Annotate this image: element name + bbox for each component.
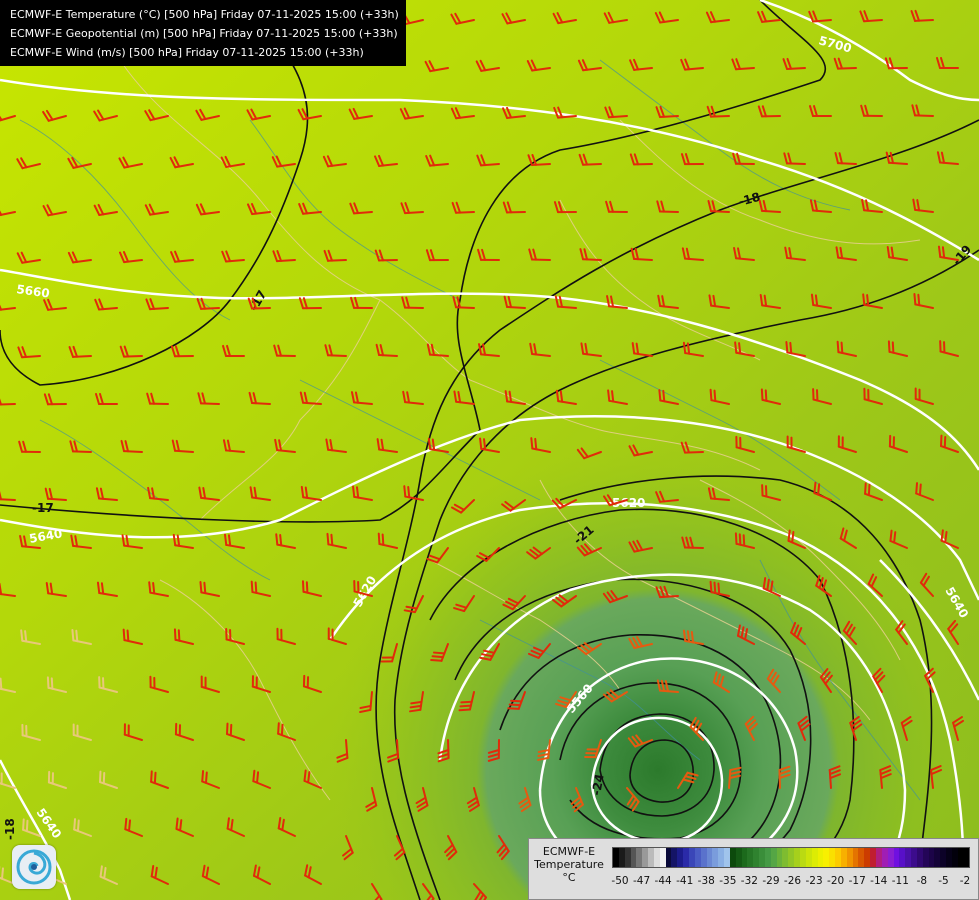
- map-title-box: ECMWF-E Temperature (°C) [500 hPa] Frida…: [0, 0, 406, 66]
- colorbar-ticks: -50 -47 -44 -41 -38 -35 -32 -29 -26 -23 -20 -17 -14-…: [611, 875, 971, 889]
- colorbar-tick-label: -17: [848, 875, 866, 887]
- colorbar-tick-label: -41: [676, 875, 694, 887]
- colorbar-tick-label: -14: [870, 875, 888, 887]
- colorbar-swatch: [963, 848, 970, 867]
- temperature-colorbar: ECMWF-E Temperature °C -50 -47 -44 -41 -38 -3…: [528, 838, 979, 900]
- colorbar-tick-label: -8: [916, 875, 928, 887]
- colorbar-swatches: [612, 847, 971, 868]
- colorbar-tick-label: -26: [783, 875, 802, 887]
- colorbar-tick-label: -5: [938, 875, 949, 887]
- weather-map: 5700 5660 5640 5620 5620 5560 5640 5640 …: [0, 0, 979, 900]
- wind-title: ECMWF-E Wind (m/s) [500 hPa] Friday 07-1…: [10, 46, 364, 59]
- colorbar-tick-label: -23: [805, 875, 823, 887]
- colorbar-tick-label: -47: [632, 875, 651, 887]
- colorbar-tick-label: -2: [959, 875, 971, 887]
- colorbar-tick-label: -50: [611, 875, 629, 887]
- colorbar-tick-label: -20: [827, 875, 845, 887]
- colorbar-tick-label: -35: [719, 875, 737, 887]
- colorbar-tick-label: -32: [740, 875, 758, 887]
- contour-label: -17: [32, 501, 54, 515]
- colorbar-title: ECMWF-E Temperature °C: [534, 845, 604, 884]
- colorbar-tick-label: -11: [891, 875, 909, 887]
- ecmwf-logo: [12, 845, 56, 889]
- temperature-title: ECMWF-E Temperature (°C) [500 hPa] Frida…: [10, 8, 399, 21]
- colorbar-tick-label: -44: [654, 875, 672, 887]
- geopotential-title: ECMWF-E Geopotential (m) [500 hPa] Frida…: [10, 27, 398, 40]
- contour-label: -18: [3, 818, 17, 840]
- colorbar-tick-label: -29: [762, 875, 780, 887]
- colorbar-tick-label: -38: [697, 875, 715, 887]
